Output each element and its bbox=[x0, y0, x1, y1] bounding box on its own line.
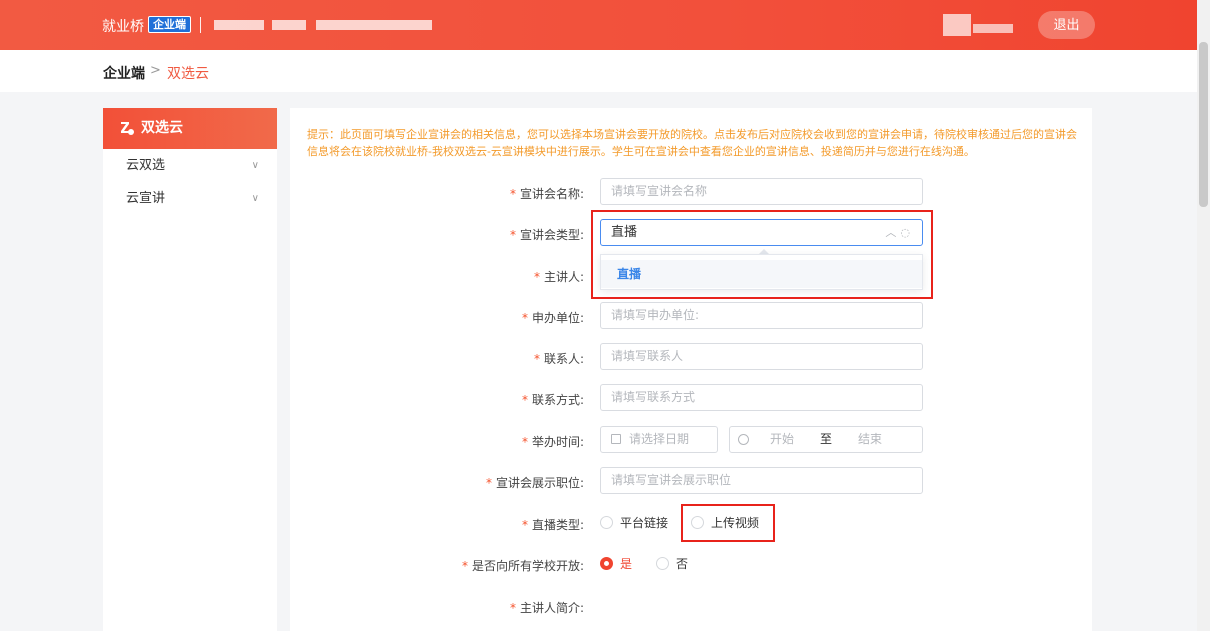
date-picker[interactable]: 请选择日期 bbox=[600, 426, 718, 453]
redacted-company-name bbox=[316, 20, 432, 30]
sidebar-item-cloud-fair[interactable]: 云双选 ∨ bbox=[103, 151, 277, 181]
dual-select-icon bbox=[121, 122, 134, 135]
sidebar-title: 双选云 bbox=[141, 120, 183, 136]
field-label-contact: * 联系人: bbox=[533, 352, 584, 366]
phone-input[interactable]: 请填写联系方式 bbox=[600, 384, 923, 411]
breadcrumb-current: 双选云 bbox=[167, 66, 209, 82]
tip-text: 提示：此页面可填写企业宣讲会的相关信息，您可以选择本场宣讲会要开放的院校。点击发… bbox=[307, 128, 1077, 158]
sidebar-item-label: 云宣讲 bbox=[126, 191, 166, 206]
time-start: 开始 bbox=[770, 432, 795, 446]
radio-label: 平台链接 bbox=[620, 516, 669, 530]
sidebar-header[interactable]: 双选云 bbox=[103, 108, 277, 149]
radio-button-checked bbox=[600, 557, 613, 570]
time-end: 结束 bbox=[858, 432, 883, 446]
field-label-live-type: * 直播类型: bbox=[521, 518, 584, 532]
field-label-organizer: * 申办单位: bbox=[521, 311, 584, 325]
date-placeholder: 请选择日期 bbox=[629, 432, 690, 446]
field-label-speaker-intro: * 主讲人简介: bbox=[509, 601, 584, 615]
time-range-separator: 至 bbox=[820, 432, 833, 446]
user-avatar[interactable] bbox=[943, 14, 1013, 36]
calendar-icon bbox=[611, 434, 621, 444]
redacted-company-name bbox=[272, 20, 306, 30]
time-range-picker[interactable]: 开始 至 结束 bbox=[729, 426, 923, 453]
chevron-down-icon: ∨ bbox=[251, 160, 259, 171]
sidebar-item-label: 云双选 bbox=[126, 158, 166, 173]
breadcrumb-separator-icon: > bbox=[150, 63, 161, 78]
field-label-type: * 宣讲会类型: bbox=[509, 228, 584, 242]
organizer-input[interactable]: 请填写申办单位: bbox=[600, 302, 923, 329]
brand-name: 就业桥 bbox=[102, 19, 144, 35]
redacted-company-name bbox=[214, 20, 264, 30]
brand-badge: 企业端 bbox=[148, 16, 191, 33]
chevron-down-icon: ∨ bbox=[251, 193, 259, 204]
highlight-box-live-type bbox=[681, 504, 775, 542]
field-label-open-all: * 是否向所有学校开放: bbox=[461, 559, 584, 573]
field-label-phone: * 联系方式: bbox=[521, 393, 584, 407]
radio-label: 否 bbox=[676, 557, 689, 571]
field-label-speaker: * 主讲人: bbox=[533, 270, 584, 284]
breadcrumb: 企业端 > 双选云 bbox=[0, 50, 1197, 92]
header-divider bbox=[200, 17, 201, 33]
radio-button bbox=[656, 557, 669, 570]
clock-icon bbox=[738, 434, 749, 445]
logout-button[interactable]: 退出 bbox=[1038, 11, 1095, 39]
radio-button bbox=[600, 516, 613, 529]
breadcrumb-root[interactable]: 企业端 bbox=[103, 63, 145, 83]
contact-input[interactable]: 请填写联系人 bbox=[600, 343, 923, 370]
field-label-time: * 举办时间: bbox=[521, 435, 584, 449]
talk-name-input[interactable]: 请填写宣讲会名称 bbox=[600, 178, 923, 205]
avatar-image bbox=[943, 14, 971, 36]
highlight-box-type bbox=[591, 210, 933, 299]
sidebar: 双选云 云双选 ∨ 云宣讲 ∨ bbox=[103, 108, 277, 631]
radio-label: 是 bbox=[620, 557, 633, 571]
top-header: 就业桥 企业端 退出 bbox=[0, 0, 1197, 50]
page-scrollbar-thumb[interactable] bbox=[1199, 42, 1208, 207]
redacted-username bbox=[973, 24, 1013, 33]
field-label-position: * 宣讲会展示职位: bbox=[485, 476, 584, 490]
field-label-name: * 宣讲会名称: bbox=[509, 187, 584, 201]
position-input[interactable]: 请填写宣讲会展示职位 bbox=[600, 467, 923, 494]
sidebar-item-cloud-talk[interactable]: 云宣讲 ∨ bbox=[103, 184, 277, 214]
